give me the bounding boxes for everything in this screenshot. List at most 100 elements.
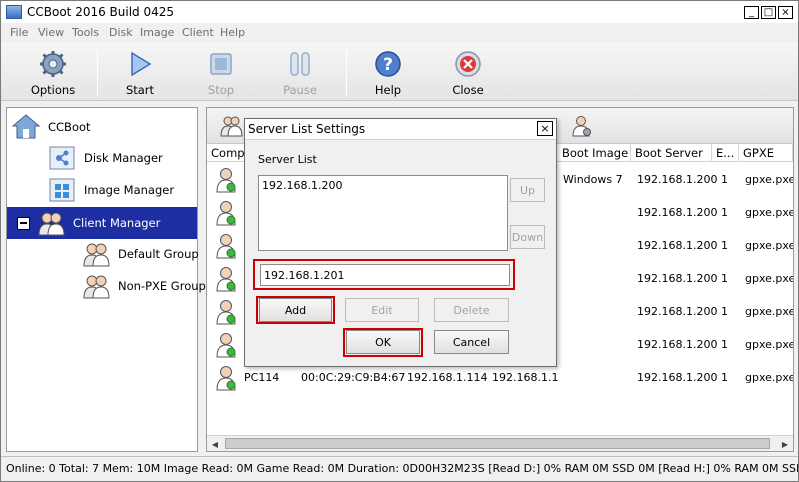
help-button[interactable]: ? Help	[353, 47, 423, 99]
disk-manager-icon	[49, 146, 75, 170]
options-label: Options	[30, 83, 76, 97]
cell-gpxe: gpxe.pxe	[745, 338, 794, 351]
cell-e: 1	[721, 338, 728, 351]
user-settings-icon[interactable]	[569, 114, 593, 138]
users-icon	[38, 212, 65, 236]
navigation-tree: CCBoot Disk Manager Image Manager Client…	[6, 107, 206, 452]
col-header-boot-server[interactable]: Boot Server	[631, 144, 712, 162]
tree-label-ccboot: CCBoot	[48, 120, 91, 134]
server-list-dialog: Server List Settings × Server List 192.1…	[244, 118, 557, 367]
minimize-button[interactable]: _	[744, 6, 759, 19]
user-icon	[216, 201, 236, 226]
cell-e: 1	[721, 305, 728, 318]
cell-boot-image: Windows 7	[563, 173, 623, 186]
server-list-item[interactable]: 192.168.1.200	[262, 179, 342, 192]
cell-gpxe: gpxe.pxe	[745, 305, 794, 318]
tree-label-client-manager: Client Manager	[73, 216, 161, 230]
main-toolbar: Options Start Stop Pause ? Help Close	[1, 43, 798, 101]
close-label: Close	[452, 83, 484, 97]
close-window-button[interactable]: ×	[778, 6, 793, 19]
scroll-right-icon[interactable]: ▶	[777, 436, 793, 451]
gear-icon	[40, 51, 66, 77]
col-header-computer[interactable]: Compu	[207, 144, 245, 162]
menu-help[interactable]: Help	[220, 26, 245, 39]
cell-gpxe: gpxe.pxe	[745, 239, 794, 252]
svg-text:?: ?	[383, 55, 393, 75]
down-button[interactable]: Down	[510, 225, 545, 249]
menu-view[interactable]: View	[38, 26, 64, 39]
tree-node-ccboot[interactable]: CCBoot	[11, 113, 94, 141]
col-header-boot-image[interactable]: Boot Image	[558, 144, 631, 162]
stop-button[interactable]: Stop	[186, 47, 256, 99]
server-ip-input[interactable]	[260, 264, 510, 286]
start-label: Start	[125, 83, 155, 97]
ok-button[interactable]: OK	[346, 330, 420, 354]
cell-e: 1	[721, 206, 728, 219]
tree-label-disk-manager: Disk Manager	[84, 151, 163, 165]
cell-ip: 192.168.1.114	[407, 371, 488, 384]
cell-boot-server: 192.168.1.200	[637, 173, 718, 186]
help-label: Help	[374, 83, 402, 97]
menu-tools[interactable]: Tools	[72, 26, 99, 39]
main-window: CCBoot 2016 Build 0425 _ □ × File View T…	[0, 0, 799, 482]
close-button[interactable]: Close	[433, 47, 503, 99]
status-bar: Online: 0 Total: 7 Mem: 10M Image Read: …	[1, 456, 798, 481]
tree-node-image-manager[interactable]: Image Manager	[47, 176, 177, 204]
scroll-thumb[interactable]	[225, 438, 770, 449]
user-icon	[216, 234, 236, 259]
horizontal-scrollbar[interactable]: ◀ ▶	[207, 435, 793, 451]
col-header-e[interactable]: E...	[712, 144, 739, 162]
cell-gpxe: gpxe.pxe	[745, 371, 794, 384]
home-server-icon	[11, 114, 41, 139]
cell-e: 1	[721, 272, 728, 285]
maximize-button[interactable]: □	[761, 6, 776, 19]
cell-e: 1	[721, 239, 728, 252]
play-icon	[131, 51, 152, 77]
pause-label: Pause	[283, 83, 317, 97]
users-icon[interactable]	[219, 114, 243, 138]
server-listbox[interactable]: 192.168.1.200	[258, 175, 508, 251]
group-icon	[83, 275, 110, 299]
menu-disk[interactable]: Disk	[109, 26, 133, 39]
windows-image-icon	[49, 178, 75, 202]
start-button[interactable]: Start	[105, 47, 175, 99]
app-icon	[6, 5, 22, 19]
cell-e: 1	[721, 371, 728, 384]
menu-client[interactable]: Client	[182, 26, 214, 39]
user-icon	[216, 267, 236, 292]
title-bar: CCBoot 2016 Build 0425 _ □ ×	[1, 1, 798, 23]
cell-boot-server: 192.168.1.200	[637, 206, 718, 219]
cancel-button[interactable]: Cancel	[434, 330, 509, 354]
edit-button[interactable]: Edit	[345, 298, 419, 322]
tree-node-disk-manager[interactable]: Disk Manager	[47, 144, 166, 172]
cell-boot-server: 192.168.1.200	[637, 305, 718, 318]
dialog-close-button[interactable]: ×	[537, 121, 553, 136]
tree-label-default-group: Default Group	[118, 247, 199, 261]
add-button[interactable]: Add	[259, 298, 332, 322]
server-list-label: Server List	[258, 153, 317, 166]
help-icon: ?	[375, 51, 401, 77]
stop-label: Stop	[207, 83, 235, 97]
scroll-left-icon[interactable]: ◀	[207, 436, 223, 451]
menu-file[interactable]: File	[10, 26, 28, 39]
tree-label-image-manager: Image Manager	[84, 183, 175, 197]
options-button[interactable]: Options	[18, 47, 88, 99]
user-icon	[216, 168, 236, 193]
stop-icon	[210, 53, 232, 75]
tree-node-non-pxe-group[interactable]: Non-PXE Group	[81, 272, 209, 300]
pause-button[interactable]: Pause	[265, 47, 335, 99]
user-icon	[216, 333, 236, 358]
cell-gpxe: gpxe.pxe	[745, 272, 794, 285]
cell-gpxe: gpxe.pxe	[745, 206, 794, 219]
tree-label-non-pxe-group: Non-PXE Group	[118, 279, 206, 293]
tree-node-client-manager[interactable]: Client Manager	[7, 207, 197, 239]
cell-computer-name: PC114	[244, 371, 280, 384]
tree-node-default-group[interactable]: Default Group	[81, 240, 202, 268]
cell-gpxe: gpxe.pxe	[745, 173, 794, 186]
up-button[interactable]: Up	[510, 178, 545, 202]
collapse-toggle[interactable]	[17, 216, 30, 230]
menu-image[interactable]: Image	[140, 26, 174, 39]
col-header-gpxe[interactable]: GPXE	[739, 144, 793, 162]
delete-button[interactable]: Delete	[434, 298, 509, 322]
cell-gateway: 192.168.1.1	[492, 371, 559, 384]
